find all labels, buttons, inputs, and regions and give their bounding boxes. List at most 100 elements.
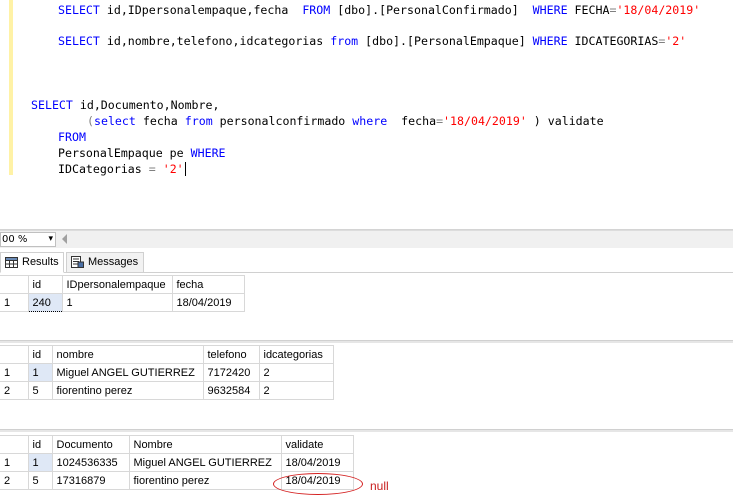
change-indicator-bar <box>9 0 13 175</box>
code-text: PersonalEmpaque pe <box>58 146 191 160</box>
grid-header-row: id nombre telefono idcategorias <box>0 345 334 364</box>
column-header[interactable]: fecha <box>171 275 245 294</box>
operator: = <box>436 114 444 128</box>
kw-select: SELECT <box>58 3 100 17</box>
table-cell[interactable]: Miguel ANGEL GUTIERREZ <box>128 453 282 472</box>
row-number[interactable]: 2 <box>0 381 29 400</box>
row-number[interactable]: 1 <box>0 293 29 312</box>
zoom-value: 00 % <box>2 234 28 245</box>
grid-header-row: id Documento Nombre validate <box>0 435 354 454</box>
messages-icon <box>71 256 84 269</box>
kw-from: from <box>330 34 359 48</box>
row-number-header[interactable] <box>0 275 29 294</box>
table-row: 1 240 1 18/04/2019 <box>0 293 245 312</box>
grid-separator[interactable] <box>0 340 733 343</box>
table-cell[interactable]: 2 <box>258 381 334 400</box>
table-cell[interactable]: 5 <box>27 381 53 400</box>
column-header[interactable]: id <box>27 345 53 364</box>
kw-select: SELECT <box>31 98 73 112</box>
code-line-6[interactable]: PersonalEmpaque pe WHERE <box>58 145 226 161</box>
chevron-down-icon[interactable]: ▾ <box>48 233 53 246</box>
selected-cell[interactable]: 1 <box>27 363 53 382</box>
table-row: 2 5 fiorentino perez 9632584 2 <box>0 381 334 400</box>
column-header[interactable]: Documento <box>51 435 130 454</box>
code-text: IDCategorias <box>58 162 149 176</box>
result-grid-2: id nombre telefono idcategorias 1 1 Migu… <box>0 345 334 400</box>
tab-results[interactable]: Results <box>0 252 64 273</box>
tab-messages[interactable]: Messages <box>66 252 144 273</box>
code-line-2[interactable]: SELECT id,nombre,telefono,idcategorias f… <box>58 33 686 49</box>
table-row: 1 1 Miguel ANGEL GUTIERREZ 7172420 2 <box>0 363 334 382</box>
code-text: fecha <box>387 114 437 128</box>
column-header[interactable]: id <box>27 275 63 294</box>
string-literal: '2' <box>665 34 687 48</box>
code-line-1[interactable]: SELECT id,IDpersonalempaque,fecha FROM [… <box>58 2 700 18</box>
table-cell[interactable]: 2 <box>258 363 334 382</box>
string-literal: '18/04/2019' <box>443 114 527 128</box>
kw-from: FROM <box>58 130 86 144</box>
kw-select: select <box>93 114 136 128</box>
table-cell[interactable]: 17316879 <box>51 471 130 490</box>
column-header[interactable]: nombre <box>51 345 204 364</box>
string-literal: '18/04/2019' <box>616 3 701 17</box>
code-line-4[interactable]: (select fecha from personalconfirmado wh… <box>87 113 604 129</box>
column-header[interactable]: IDpersonalempaque <box>61 275 173 294</box>
kw-where: WHERE <box>532 3 568 17</box>
kw-where: WHERE <box>190 146 226 160</box>
row-number-header[interactable] <box>0 435 29 454</box>
table-cell[interactable]: 1 <box>61 293 173 312</box>
query-editor[interactable]: SELECT id,IDpersonalempaque,fecha FROM [… <box>0 0 733 229</box>
annotation-ellipse <box>273 473 363 495</box>
row-number[interactable]: 1 <box>0 453 29 472</box>
result-grid-1: id IDpersonalempaque fecha 1 240 1 18/04… <box>0 275 245 312</box>
table-cell[interactable]: 5 <box>27 471 53 490</box>
column-header[interactable]: idcategorias <box>258 345 334 364</box>
results-tabstrip: Results Messages <box>0 250 733 273</box>
code-line-7[interactable]: IDCategorias = '2' <box>58 161 186 177</box>
table-cell[interactable]: 1024536335 <box>51 453 130 472</box>
table-cell[interactable]: Miguel ANGEL GUTIERREZ <box>51 363 204 382</box>
tab-messages-label: Messages <box>88 256 139 268</box>
selected-cell[interactable]: 1 <box>27 453 53 472</box>
code-text: id,Documento,Nombre, <box>72 98 220 112</box>
code-text: id,nombre,telefono,idcategorias <box>99 34 331 48</box>
kw-from: FROM <box>302 3 331 17</box>
operator: = <box>148 162 156 176</box>
code-text: fecha <box>135 114 185 128</box>
code-text: [dbo].[PersonalEmpaque] <box>358 34 533 48</box>
selected-cell[interactable]: 240 <box>27 293 63 312</box>
code-text: IDCATEGORIAS <box>567 34 659 48</box>
column-header[interactable]: id <box>27 435 53 454</box>
grid-separator[interactable] <box>0 429 733 432</box>
zoom-bar: 00 % ▾ <box>0 230 733 248</box>
zoom-select[interactable]: 00 % ▾ <box>0 232 56 247</box>
code-line-5[interactable]: FROM <box>58 129 86 145</box>
row-number[interactable]: 2 <box>0 471 29 490</box>
table-row: 1 1 1024536335 Miguel ANGEL GUTIERREZ 18… <box>0 453 354 472</box>
tab-results-label: Results <box>22 256 59 268</box>
kw-from: from <box>184 114 213 128</box>
code-text: ) validate <box>526 114 604 128</box>
table-cell[interactable]: 7172420 <box>202 363 260 382</box>
annotation-note: null <box>370 479 389 493</box>
grid-header-row: id IDpersonalempaque fecha <box>0 275 245 294</box>
table-cell[interactable]: 18/04/2019 <box>280 453 354 472</box>
table-cell[interactable]: fiorentino perez <box>128 471 282 490</box>
column-header[interactable]: Nombre <box>128 435 282 454</box>
table-cell[interactable]: 9632584 <box>202 381 260 400</box>
column-header[interactable]: validate <box>280 435 354 454</box>
kw-where: where <box>352 114 388 128</box>
text-cursor <box>184 162 186 176</box>
scroll-left-arrow-icon[interactable] <box>62 234 67 244</box>
kw-where: WHERE <box>532 34 568 48</box>
string-literal: '2' <box>155 162 184 176</box>
operator: ( <box>87 114 94 128</box>
table-cell[interactable]: 18/04/2019 <box>171 293 245 312</box>
code-text: FECHA <box>567 3 610 17</box>
row-number[interactable]: 1 <box>0 363 29 382</box>
code-text: personalconfirmado <box>212 114 353 128</box>
code-line-3[interactable]: SELECT id,Documento,Nombre, <box>31 97 219 113</box>
row-number-header[interactable] <box>0 345 29 364</box>
table-cell[interactable]: fiorentino perez <box>51 381 204 400</box>
column-header[interactable]: telefono <box>202 345 260 364</box>
